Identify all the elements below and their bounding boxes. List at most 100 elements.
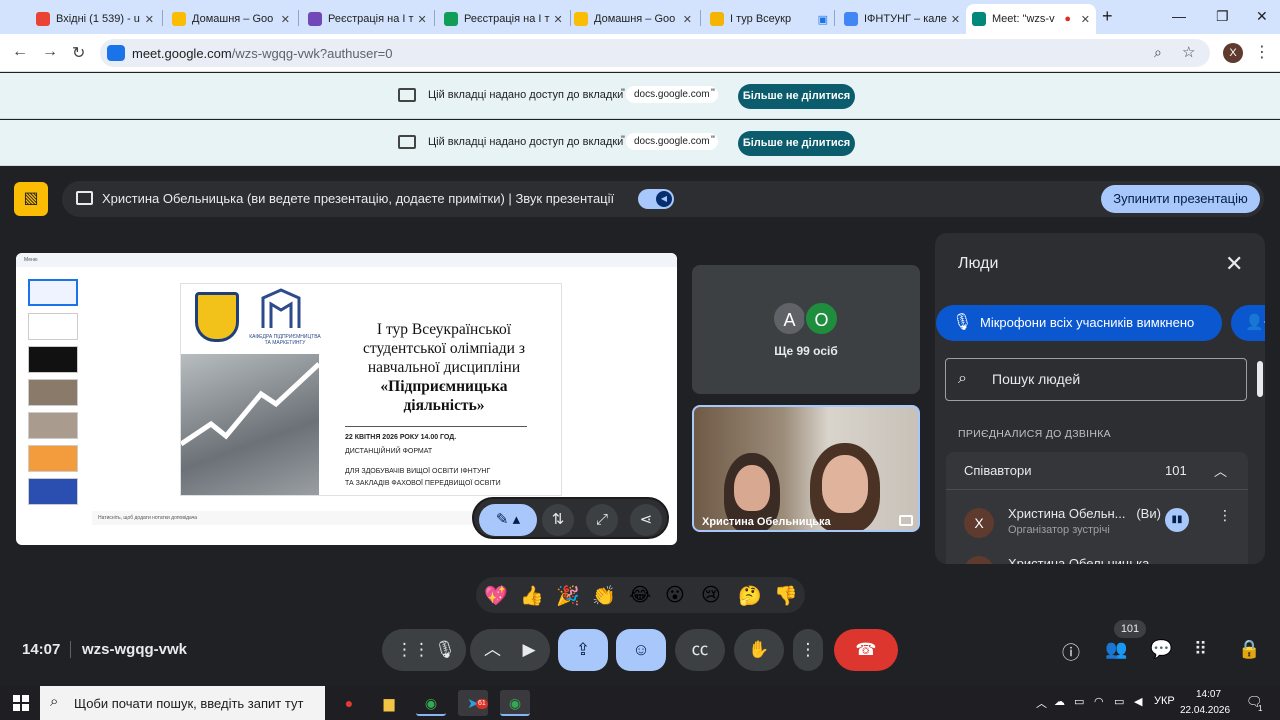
stop-presenting-button[interactable]: Зупинити презентацію [1101,185,1260,213]
chat-icon[interactable]: 💬 [1150,639,1172,660]
tab-label: ІФНТУНГ – кале [864,13,947,25]
scrollbar[interactable] [1257,361,1263,397]
forward-icon[interactable]: → [42,43,58,61]
stop-sharing-button[interactable]: Більше не ділитися [738,131,855,156]
close-tab-icon[interactable]: ✕ [277,13,290,26]
chrome-icon[interactable]: ◉ [416,690,446,716]
tab-calendar[interactable]: ІФНТУНГ – кале ✕ [838,4,964,34]
slide-thumbnail[interactable] [28,478,78,505]
reaction-sad[interactable]: 😢 [701,584,721,607]
stop-sharing-button[interactable]: Більше не ділитися [738,84,855,109]
onedrive-icon[interactable]: ☁ [1054,695,1065,708]
chrome-icon[interactable]: ◉ [500,690,530,716]
camera-icon[interactable]: ▶ [508,629,550,671]
camera-control: ︿ ▶ [470,629,550,671]
raise-hand-icon[interactable]: ✋ [734,629,784,671]
reaction-laugh[interactable]: 😂 [629,584,651,607]
slide-thumbnail[interactable] [28,313,78,340]
reaction-surprised[interactable]: 😮 [665,584,685,607]
presentation-tile[interactable]: Меню КАФЕДРА ПІДПРИЄМНИЦТВА ТА МАРКЕТИНГУ [16,253,677,545]
back-icon[interactable]: ← [12,43,28,61]
close-tab-icon[interactable]: ✕ [414,13,427,26]
leave-call-icon[interactable]: ☎ [834,629,898,671]
tab-meet[interactable]: Meet: "wzs-v ● ✕ [966,4,1096,34]
tab-slides[interactable]: І тур Всеукр ▣ [704,4,834,34]
opera-icon[interactable]: ● [334,690,364,716]
battery-icon[interactable]: ▭ [1114,695,1124,708]
slide-thumbnail[interactable] [28,346,78,373]
swap-icon[interactable]: ⇅ [542,504,574,536]
address-bar[interactable]: meet.google.com/wzs-wgqg-vwk?authuser=0 … [100,39,1210,67]
close-tab-icon[interactable]: ✕ [679,13,692,26]
reaction-thinking[interactable]: 🤔 [738,584,762,608]
windows-start-icon[interactable] [13,695,29,711]
telegram-icon[interactable]: ➤ 61 [458,690,488,716]
language-indicator[interactable]: УКР [1154,695,1175,707]
zoom-icon[interactable]: ⌕ [1154,44,1162,61]
fullscreen-icon[interactable]: ⤢ [586,504,618,536]
picture-in-picture-icon[interactable] [899,515,913,526]
close-window-icon[interactable]: ✕ [1256,8,1268,25]
tab-sheets[interactable]: Реєстрація на І т ✕ [438,4,568,34]
reaction-thumbs-up[interactable]: 👍 [520,584,544,608]
reaction-party[interactable]: 🎉 [556,584,580,608]
close-tab-icon[interactable]: ✕ [141,13,154,26]
reaction-thumbs-down[interactable]: 👎 [774,584,798,608]
slide-thumbnail[interactable] [28,445,78,472]
slide-thumbnail[interactable] [28,379,78,406]
tab-forms-1[interactable]: Реєстрація на І т ✕ [302,4,432,34]
chevron-up-icon[interactable]: ︿ [1214,461,1227,480]
mic-icon[interactable]: 🎙 [424,629,466,671]
reaction-heart[interactable]: 💖 [484,584,508,608]
tab-label: Домашня – Goo [192,13,274,25]
network-icon[interactable]: ▭ [1074,695,1084,708]
taskbar-time[interactable]: 14:07 [1196,689,1221,700]
host-controls-icon[interactable]: 🔒 [1238,639,1260,660]
taskbar-date[interactable]: 22.04.2026 [1180,705,1230,716]
tab-drive-2[interactable]: Домашня – Goo ✕ [568,4,698,34]
browser-menu-icon[interactable]: ⋮ [1254,42,1270,62]
close-tab-icon[interactable]: ✕ [947,13,960,26]
slide-thumbnail[interactable] [28,279,78,306]
wifi-icon[interactable]: ◠ [1094,695,1104,708]
close-tab-icon[interactable]: ✕ [1077,13,1090,26]
more-options-icon[interactable]: ⋮ [793,629,823,671]
site-info-icon[interactable] [107,45,125,61]
add-people-icon[interactable]: 👤+ [1231,305,1265,341]
profile-avatar[interactable]: X [1223,43,1243,63]
speaker-notes[interactable]: Натисніть, щоб додати нотатки доповідача [92,511,522,525]
presentation-sound-toggle[interactable]: ◀ [638,189,674,209]
activities-icon[interactable]: ⠿ [1194,639,1207,660]
reaction-clap[interactable]: 👏 [592,584,616,608]
minimize-icon[interactable]: — [1172,8,1186,24]
present-screen-icon[interactable]: ⇪ [558,629,608,671]
tray-chevron-icon[interactable]: ︿ [1036,695,1047,711]
taskbar-search[interactable]: ⌕ Щоби почати пошук, введіть запит тут [40,686,325,720]
share-icon[interactable]: ⋖ [630,504,662,536]
slide-thumbnail[interactable] [28,412,78,439]
info-icon[interactable]: ⓘ [1062,639,1080,665]
presentation-off-icon[interactable]: ▧ [14,182,48,216]
tab-gmail[interactable]: Вхідні (1 539) - u ✕ [30,4,160,34]
people-search[interactable]: ⌕ [945,358,1247,401]
shared-domain-chip: docs.google.com [626,86,718,103]
self-video-tile[interactable]: Христина Обельницька [692,405,920,532]
emoji-icon[interactable]: ☺ [616,629,666,671]
new-tab-button[interactable]: + [1102,6,1113,27]
chevron-up-icon[interactable]: ︿ [484,640,501,659]
mute-all-button[interactable]: 🎙 Мікрофони всіх учасників вимкнено [936,305,1222,341]
bookmark-star-icon[interactable]: ☆ [1182,43,1195,61]
search-input[interactable] [992,371,1232,387]
volume-icon[interactable]: ◀ [1134,695,1142,708]
tab-drive-1[interactable]: Домашня – Goo ✕ [166,4,296,34]
more-options-icon[interactable]: ⋮ [1218,507,1232,524]
file-explorer-icon[interactable]: ▆ [374,690,404,716]
close-icon[interactable]: ✕ [1225,251,1243,277]
close-tab-icon[interactable]: ✕ [550,13,563,26]
others-tile[interactable]: A O Ще 99 осіб [692,265,920,394]
people-icon[interactable]: 👥 [1105,639,1127,660]
reload-icon[interactable]: ↻ [72,43,85,63]
captions-icon[interactable]: ㏄ [675,629,725,671]
annotate-button[interactable]: ✎ ▴ [479,504,537,536]
restore-icon[interactable]: ❐ [1216,8,1229,25]
